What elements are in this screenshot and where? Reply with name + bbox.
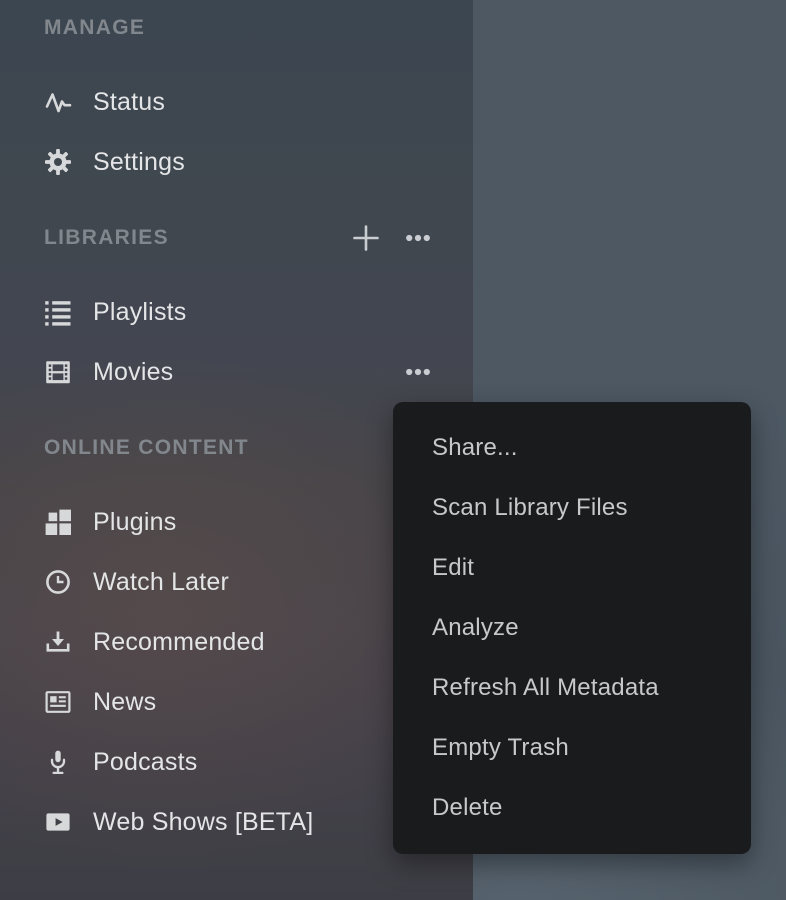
news-icon [44, 688, 72, 716]
sidebar-item-label: Recommended [93, 628, 265, 657]
film-icon [44, 358, 72, 386]
sidebar-item-status[interactable]: Status [44, 72, 473, 132]
sidebar-item-label: Watch Later [93, 568, 229, 597]
sidebar-item-label: Settings [93, 148, 185, 177]
menu-item-delete[interactable]: Delete [393, 778, 751, 838]
sidebar-item-movies[interactable]: Movies [44, 342, 473, 402]
web-shows-icon [44, 808, 72, 836]
sidebar-item-label: Playlists [93, 298, 187, 327]
section-title: MANAGE [44, 16, 145, 40]
download-icon [44, 628, 72, 656]
sidebar-item-label: Plugins [93, 508, 176, 537]
library-context-menu: Share... Scan Library Files Edit Analyze… [393, 402, 751, 854]
playlist-icon [44, 298, 72, 326]
menu-item-share[interactable]: Share... [393, 418, 751, 478]
sidebar-item-label: Web Shows [BETA] [93, 808, 313, 837]
sidebar-item-playlists[interactable]: Playlists [44, 282, 473, 342]
clock-icon [44, 568, 72, 596]
microphone-icon [44, 748, 72, 776]
menu-item-refresh-all-metadata[interactable]: Refresh All Metadata [393, 658, 751, 718]
menu-item-empty-trash[interactable]: Empty Trash [393, 718, 751, 778]
section-header-libraries: LIBRARIES [44, 210, 473, 266]
menu-item-edit[interactable]: Edit [393, 538, 751, 598]
plex-sidebar-screen: MANAGE Status [0, 0, 786, 900]
sidebar-item-label: Podcasts [93, 748, 197, 777]
libraries-header-actions [351, 210, 432, 266]
activity-icon [44, 88, 72, 116]
menu-item-analyze[interactable]: Analyze [393, 598, 751, 658]
sidebar-section-libraries: LIBRARIES [44, 210, 473, 402]
sidebar-item-label: Movies [93, 358, 173, 387]
add-library-button[interactable] [351, 223, 381, 253]
sidebar-item-settings[interactable]: Settings [44, 132, 473, 192]
libraries-more-button[interactable] [404, 224, 432, 252]
sidebar-item-label: Status [93, 88, 165, 117]
sidebar-section-manage: MANAGE Status [44, 0, 473, 192]
movies-more-button[interactable] [404, 358, 432, 386]
gear-icon [44, 148, 72, 176]
sidebar-item-label: News [93, 688, 156, 717]
section-title: LIBRARIES [44, 226, 169, 250]
section-title: ONLINE CONTENT [44, 436, 249, 460]
plugins-icon [44, 508, 72, 536]
section-header-manage: MANAGE [44, 0, 473, 56]
menu-item-scan-library-files[interactable]: Scan Library Files [393, 478, 751, 538]
